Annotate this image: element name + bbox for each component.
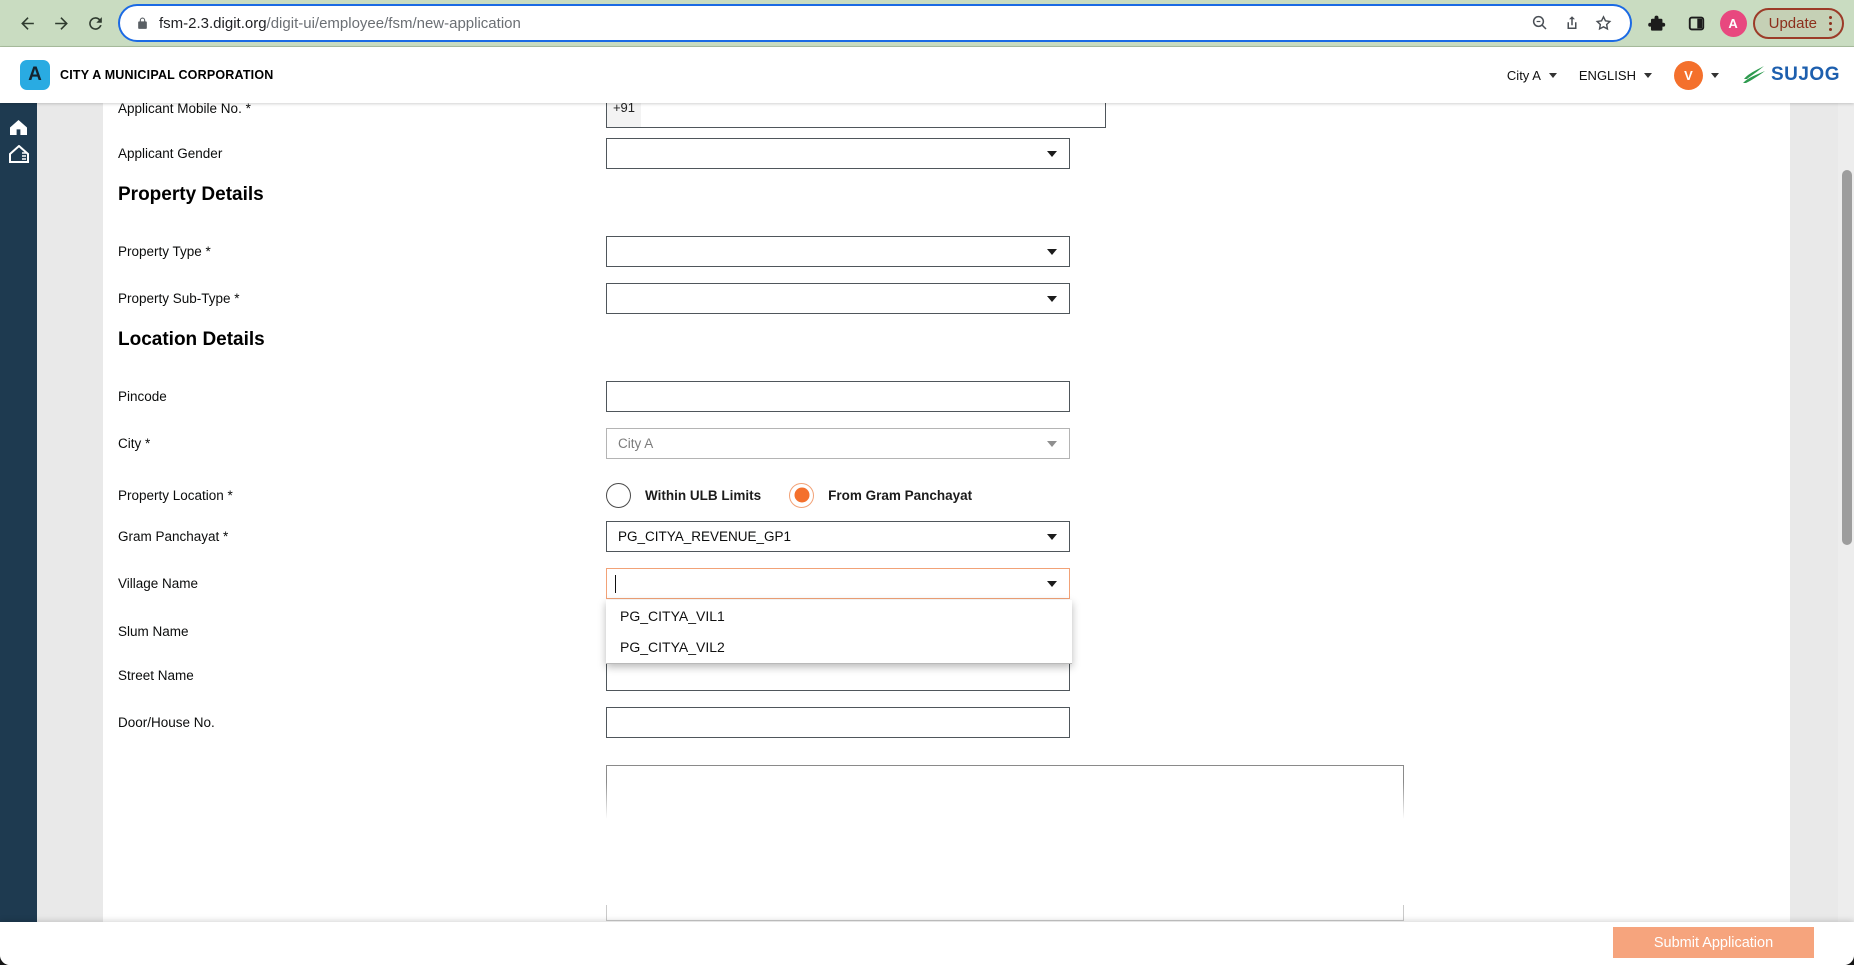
field-label-gram-panchayat: Gram Panchayat * (118, 529, 228, 544)
page-scrollbar-track[interactable] (1838, 103, 1854, 922)
browser-toolbar: fsm-2.3.digit.org/digit-ui/employee/fsm/… (0, 0, 1854, 47)
sujog-leaf-icon (1741, 63, 1767, 87)
pincode-input[interactable] (606, 381, 1070, 412)
street-name-input[interactable] (606, 660, 1070, 691)
chevron-down-icon (1047, 296, 1057, 302)
browser-update-button[interactable]: Update (1753, 8, 1844, 39)
bottom-action-bar: Submit Application (0, 922, 1854, 965)
field-label-city: City * (118, 436, 150, 451)
more-menu-icon[interactable] (1827, 14, 1834, 33)
field-label-village: Village Name (118, 576, 198, 591)
url-text: fsm-2.3.digit.org/digit-ui/employee/fsm/… (159, 15, 1524, 32)
field-label-property-subtype: Property Sub-Type * (118, 291, 240, 306)
user-menu[interactable]: V (1674, 61, 1719, 90)
city-dropdown-disabled: City A (606, 428, 1070, 459)
village-dropdown-menu: PG_CITYA_VIL1 PG_CITYA_VIL2 (606, 600, 1072, 664)
chevron-down-icon (1047, 441, 1057, 447)
field-label-street: Street Name (118, 668, 194, 683)
sujog-brand-logo: SUJOG (1741, 63, 1840, 87)
chevron-down-icon (1711, 73, 1719, 78)
address-bar[interactable]: fsm-2.3.digit.org/digit-ui/employee/fsm/… (120, 6, 1630, 40)
forward-icon[interactable] (44, 6, 78, 40)
field-label-slum: Slum Name (118, 624, 189, 639)
home-icon[interactable] (8, 117, 30, 137)
field-label-property-location: Property Location * (118, 488, 233, 503)
radio-label-within-ulb[interactable]: Within ULB Limits (645, 488, 761, 503)
back-icon[interactable] (10, 6, 44, 40)
village-option-1[interactable]: PG_CITYA_VIL1 (606, 601, 1072, 632)
url-domain: fsm-2.3.digit.org (159, 15, 267, 32)
chevron-down-icon (1047, 581, 1057, 587)
reload-icon[interactable] (78, 6, 112, 40)
door-house-no-input[interactable] (606, 707, 1070, 738)
city-value: City A (618, 436, 653, 451)
search-icon[interactable] (1524, 7, 1556, 39)
share-icon[interactable] (1556, 7, 1588, 39)
extensions-puzzle-icon[interactable] (1640, 6, 1674, 40)
application-window: fsm-2.3.digit.org/digit-ui/employee/fsm/… (0, 0, 1854, 965)
bottom-fade-overlay-2 (450, 905, 1560, 922)
chevron-down-icon (1047, 151, 1057, 157)
gender-dropdown[interactable] (606, 138, 1070, 169)
field-label-gender: Applicant Gender (118, 146, 222, 161)
city-selector[interactable]: City A (1507, 68, 1557, 83)
update-label: Update (1769, 15, 1817, 32)
bottom-fade-overlay (450, 782, 1560, 905)
gram-panchayat-dropdown[interactable]: PG_CITYA_REVENUE_GP1 (606, 521, 1070, 552)
chevron-down-icon (1047, 249, 1057, 255)
city-logo: A (20, 60, 50, 90)
brand-name: SUJOG (1771, 64, 1840, 86)
browser-profile-avatar[interactable]: A (1720, 10, 1747, 37)
user-avatar[interactable]: V (1674, 61, 1703, 90)
field-label-door: Door/House No. (118, 715, 215, 730)
org-title: CITY A MUNICIPAL CORPORATION (60, 68, 273, 82)
lock-icon (136, 16, 149, 31)
radio-from-gram-panchayat-selected[interactable] (789, 483, 814, 508)
star-icon[interactable] (1588, 7, 1620, 39)
language-selector-value: ENGLISH (1579, 68, 1636, 83)
section-heading-location-details: Location Details (118, 329, 265, 351)
village-option-2[interactable]: PG_CITYA_VIL2 (606, 632, 1072, 663)
language-selector[interactable]: ENGLISH (1579, 68, 1652, 83)
text-cursor (615, 575, 616, 593)
submit-application-button[interactable]: Submit Application (1613, 927, 1814, 958)
property-subtype-dropdown[interactable] (606, 283, 1070, 314)
left-sidebar (0, 103, 37, 922)
app-header: A CITY A MUNICIPAL CORPORATION City A EN… (0, 47, 1854, 103)
city-selector-value: City A (1507, 68, 1541, 83)
fsm-module-icon[interactable] (8, 144, 30, 164)
gram-panchayat-value: PG_CITYA_REVENUE_GP1 (618, 529, 791, 544)
chevron-down-icon (1047, 534, 1057, 540)
page-scrollbar-thumb[interactable] (1842, 170, 1852, 545)
property-location-radio-group: Within ULB Limits From Gram Panchayat (606, 481, 986, 509)
property-type-dropdown[interactable] (606, 236, 1070, 267)
chevron-down-icon (1549, 73, 1557, 78)
chevron-down-icon (1644, 73, 1652, 78)
radio-label-gram-panchayat[interactable]: From Gram Panchayat (828, 488, 972, 503)
field-label-pincode: Pincode (118, 389, 167, 404)
browser-actions: A Update (1640, 6, 1844, 40)
section-heading-property-details: Property Details (118, 184, 264, 206)
radio-within-ulb-limits[interactable] (606, 483, 631, 508)
field-label-property-type: Property Type * (118, 244, 211, 259)
header-right: City A ENGLISH V SUJOG (1507, 61, 1840, 90)
field-label-mobile: Applicant Mobile No. * (118, 101, 251, 116)
village-dropdown-focused[interactable] (606, 568, 1070, 599)
url-path: /digit-ui/employee/fsm/new-application (267, 15, 521, 32)
side-panel-icon[interactable] (1680, 6, 1714, 40)
